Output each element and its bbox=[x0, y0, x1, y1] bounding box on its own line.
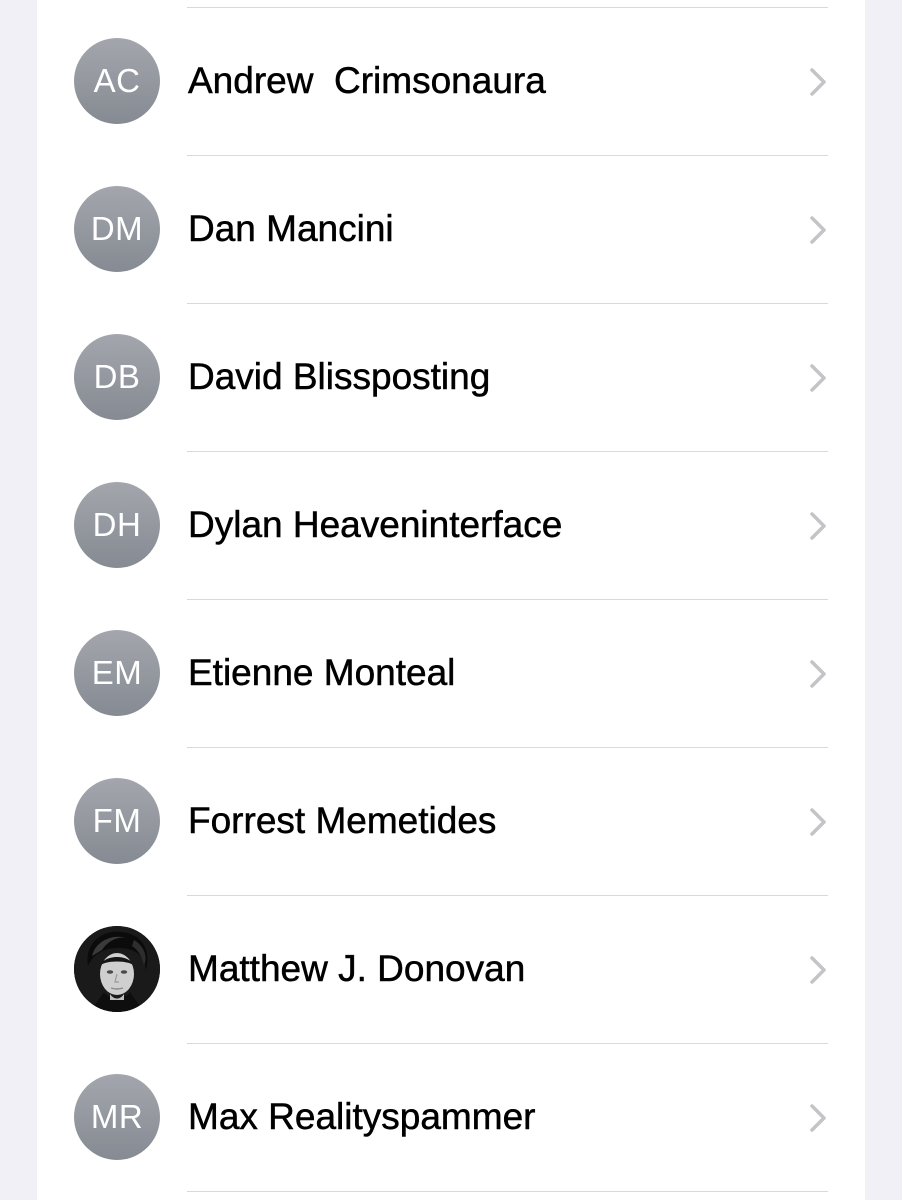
chevron-right-icon bbox=[810, 216, 826, 244]
contact-row-david-blissposting[interactable]: DB David Blissposting bbox=[37, 304, 865, 452]
contacts-list: AC Andrew Crimsonaura DM Dan Mancini DB … bbox=[37, 8, 865, 1192]
avatar: DM bbox=[74, 186, 160, 272]
contact-row-etienne-monteal[interactable]: EM Etienne Monteal bbox=[37, 600, 865, 748]
chevron-right-icon bbox=[810, 364, 826, 392]
contact-name: David Blissposting bbox=[188, 356, 491, 398]
contact-row-dylan-heaveninterface[interactable]: DH Dylan Heaveninterface bbox=[37, 452, 865, 600]
avatar: FM bbox=[74, 778, 160, 864]
contact-name: Max Realityspammer bbox=[188, 1096, 536, 1138]
avatar: AC bbox=[74, 38, 160, 124]
chevron-right-icon bbox=[810, 512, 826, 540]
contact-row-andrew-crimsonaura[interactable]: AC Andrew Crimsonaura bbox=[37, 8, 865, 156]
contact-name: Dylan Heaveninterface bbox=[188, 504, 563, 546]
chevron-right-icon bbox=[810, 660, 826, 688]
avatar: DH bbox=[74, 482, 160, 568]
contacts-list-card: AC Andrew Crimsonaura DM Dan Mancini DB … bbox=[37, 0, 865, 1200]
avatar-photo bbox=[74, 926, 160, 1012]
chevron-right-icon bbox=[810, 68, 826, 96]
person-photo-icon bbox=[74, 926, 160, 1012]
contact-row-matthew-j-donovan[interactable]: Matthew J. Donovan bbox=[37, 896, 865, 1044]
avatar: EM bbox=[74, 630, 160, 716]
chevron-right-icon bbox=[810, 808, 826, 836]
chevron-right-icon bbox=[810, 1104, 826, 1132]
chevron-right-icon bbox=[810, 956, 826, 984]
contact-row-dan-mancini[interactable]: DM Dan Mancini bbox=[37, 156, 865, 304]
contact-name: Andrew Crimsonaura bbox=[188, 60, 546, 102]
contact-row-forrest-memetides[interactable]: FM Forrest Memetides bbox=[37, 748, 865, 896]
contact-row-max-realityspammer[interactable]: MR Max Realityspammer bbox=[37, 1044, 865, 1192]
divider bbox=[187, 1191, 828, 1192]
contact-name: Dan Mancini bbox=[188, 208, 394, 250]
avatar: DB bbox=[74, 334, 160, 420]
contact-name: Etienne Monteal bbox=[188, 652, 456, 694]
contact-name: Forrest Memetides bbox=[188, 800, 497, 842]
avatar: MR bbox=[74, 1074, 160, 1160]
contact-name: Matthew J. Donovan bbox=[188, 948, 526, 990]
